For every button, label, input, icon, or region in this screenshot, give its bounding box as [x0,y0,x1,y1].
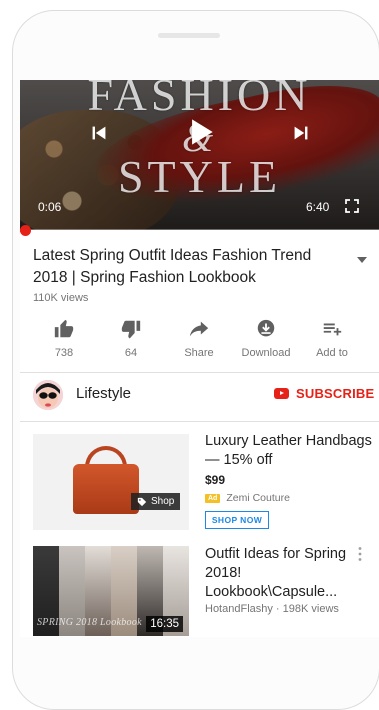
device-frame: FASHION & STYLE 0:06 6: [0,0,379,710]
next-video-title[interactable]: Outfit Ideas for Spring 2018! Lookbook\C… [205,545,355,602]
divider [20,421,379,422]
skip-next-icon [294,126,308,140]
add-to-label: Add to [316,347,348,359]
like-count: 738 [54,347,74,359]
fullscreen-icon [345,199,359,213]
video-overlay-title-line3: STYLE [117,151,282,202]
shop-tag[interactable]: Shop [131,493,181,510]
next-video-button[interactable] [288,120,314,146]
dislike-button[interactable]: 64 [99,318,163,359]
thumbs-up-icon [53,318,75,340]
fullscreen-button[interactable] [342,196,362,216]
ad-thumbnail[interactable]: Shop [33,434,189,530]
video-progress-bar[interactable] [20,229,379,232]
like-button[interactable]: 738 [32,318,96,359]
next-video-meta: HotandFlashy · 198K views [205,603,339,615]
ad-advertiser: Zemi Couture [226,492,290,504]
share-button[interactable]: Share [167,318,231,359]
youtube-logo-icon [274,388,289,399]
video-player[interactable]: FASHION & STYLE 0:06 6: [20,80,379,230]
ad-advertiser-row: Ad Zemi Couture [205,492,290,504]
avatar-image [33,380,63,410]
download-icon [255,318,277,340]
video-actions-bar: 738 64 Share Download Add to [20,318,379,364]
share-label: Share [184,347,214,359]
share-arrow-icon [188,318,210,340]
expand-description-button[interactable] [355,252,369,263]
subscribe-label: SUBSCRIBE [296,386,375,401]
video-duration: 6:40 [306,200,330,214]
download-button[interactable]: Download [234,318,298,359]
ad-badge: Ad [205,493,221,503]
dislike-count: 64 [124,347,138,359]
video-scrubber-handle[interactable] [20,225,31,236]
phone-speaker [158,33,220,38]
thumbs-down-icon [120,318,142,340]
next-video-thumbnail[interactable]: SPRING 2018 Lookbook 16:35 [33,546,189,636]
video-title: Latest Spring Outfit Ideas Fashion Trend… [33,247,312,286]
shop-tag-label: Shop [151,496,175,507]
add-to-playlist-button[interactable]: Add to [300,318,364,359]
subscribe-button[interactable]: SUBSCRIBE [274,386,374,401]
more-vert-icon [358,547,362,561]
more-options-button[interactable] [357,546,363,562]
download-label: Download [241,347,291,359]
playlist-add-icon [321,318,343,340]
previous-video-button[interactable] [86,120,112,146]
current-time: 0:06 [38,200,62,214]
play-button[interactable] [180,112,220,152]
chevron-down-icon [357,257,367,263]
ad-price: $99 [205,473,226,487]
thumbnail-caption: SPRING 2018 Lookbook [37,617,142,628]
ad-title[interactable]: Luxury Leather Handbags — 15% off [205,432,375,470]
channel-name[interactable]: Lifestyle [76,385,131,402]
shop-now-button[interactable]: SHOP NOW [205,511,269,529]
next-video-duration: 16:35 [146,616,183,632]
view-count: 110K views [33,292,89,304]
channel-avatar[interactable] [33,380,63,410]
handbag-image [73,464,139,514]
skip-previous-icon [92,126,106,140]
play-icon [192,119,213,145]
divider [20,372,379,373]
price-tag-icon [137,497,147,506]
app-screen: FASHION & STYLE 0:06 6: [20,80,379,637]
